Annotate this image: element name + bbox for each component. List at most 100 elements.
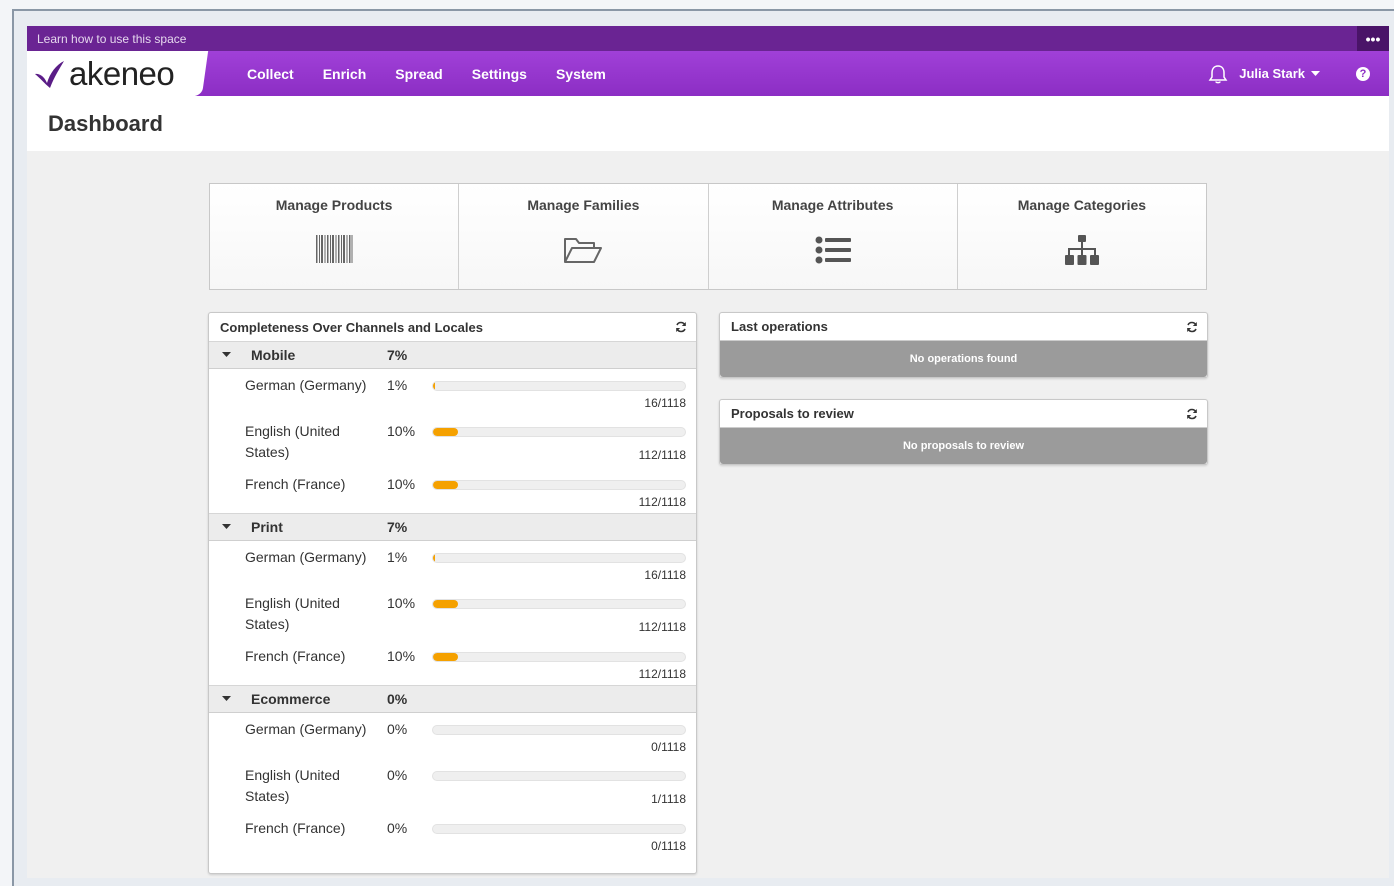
locale-row: English (United States) 10% 112/1118 <box>209 587 696 640</box>
last-operations-title: Last operations <box>731 319 828 334</box>
user-menu[interactable]: Julia Stark <box>1239 66 1320 81</box>
shortcut-label: Manage Products <box>275 197 393 213</box>
barcode-icon <box>316 235 353 263</box>
progress-fill <box>433 554 435 562</box>
app-window: Learn how to use this space ••• akeneo C… <box>27 26 1389 878</box>
nav-collect[interactable]: Collect <box>247 66 294 82</box>
progress-fill <box>433 481 459 489</box>
manage-families-button[interactable]: Manage Families <box>459 184 709 289</box>
progress-fill <box>433 428 459 436</box>
locale-row: French (France) 10% 112/1118 <box>209 468 696 513</box>
progress-bar <box>432 480 686 490</box>
locale-ratio: 16/1118 <box>644 396 686 410</box>
progress-bar <box>432 824 686 834</box>
bell-icon[interactable] <box>1207 63 1229 85</box>
user-name: Julia Stark <box>1239 66 1305 81</box>
nav-settings[interactable]: Settings <box>472 66 527 82</box>
nav-system[interactable]: System <box>556 66 606 82</box>
nav-right: Julia Stark ? <box>1207 51 1389 96</box>
completeness-header: Completeness Over Channels and Locales <box>209 313 696 341</box>
locale-row: German (Germany) 1% 16/1118 <box>209 369 696 415</box>
shortcut-bar: Manage Products Manage Families Manage A… <box>209 183 1207 290</box>
progress-bar <box>432 381 686 391</box>
learn-bar: Learn how to use this space ••• <box>27 26 1389 51</box>
progress-fill <box>433 600 459 608</box>
more-options-button[interactable]: ••• <box>1357 26 1389 51</box>
shortcut-label: Manage Families <box>527 197 640 213</box>
locale-name: French (France) <box>245 820 346 836</box>
locale-percent: 0% <box>387 767 408 783</box>
locale-ratio: 0/1118 <box>651 839 686 853</box>
locale-row: French (France) 10% 112/1118 <box>209 640 696 685</box>
proposals-widget: Proposals to review No proposals to revi… <box>719 399 1208 465</box>
no-proposals-message: No proposals to review <box>720 428 1207 464</box>
locale-name: English (United States) <box>245 767 340 804</box>
channel-percent: 7% <box>387 519 408 535</box>
locale-percent: 1% <box>387 377 408 393</box>
caret-down-icon <box>209 352 251 358</box>
refresh-icon[interactable] <box>1186 408 1198 420</box>
sitemap-icon <box>1064 235 1099 265</box>
refresh-icon[interactable] <box>675 321 687 333</box>
caret-down-icon <box>209 696 251 702</box>
manage-products-button[interactable]: Manage Products <box>210 184 460 289</box>
channel-name: Mobile <box>251 347 296 363</box>
channel-name: Ecommerce <box>251 691 331 707</box>
channel-percent: 7% <box>387 347 408 363</box>
progress-bar <box>432 427 686 437</box>
help-icon[interactable]: ? <box>1356 66 1370 81</box>
top-navbar: akeneo Collect Enrich Spread Settings Sy… <box>27 51 1389 96</box>
progress-bar <box>432 725 686 735</box>
last-operations-header: Last operations <box>720 313 1207 341</box>
channel-percent: 0% <box>387 691 408 707</box>
locale-ratio: 112/1118 <box>638 667 686 681</box>
locale-ratio: 112/1118 <box>638 620 686 634</box>
logo[interactable]: akeneo <box>27 51 195 96</box>
locale-ratio: 0/1118 <box>651 740 686 754</box>
locale-percent: 0% <box>387 820 408 836</box>
locale-row: English (United States) 0% 1/1118 <box>209 759 696 812</box>
caret-down-icon <box>209 524 251 530</box>
locale-percent: 10% <box>387 595 416 611</box>
chevron-down-icon <box>1311 70 1320 76</box>
locale-percent: 1% <box>387 549 408 565</box>
main-menu: Collect Enrich Spread Settings System <box>247 51 606 96</box>
locale-name: English (United States) <box>245 595 340 632</box>
locale-ratio: 112/1118 <box>638 495 686 509</box>
manage-categories-button[interactable]: Manage Categories <box>957 184 1206 289</box>
locale-ratio: 1/1118 <box>651 792 686 806</box>
progress-bar <box>432 652 686 662</box>
list-icon <box>815 236 851 264</box>
locale-percent: 10% <box>387 476 416 492</box>
progress-bar <box>432 553 686 563</box>
channel-row-print[interactable]: Print 7% <box>209 513 696 541</box>
nav-enrich[interactable]: Enrich <box>323 66 367 82</box>
locale-percent: 0% <box>387 721 408 737</box>
shortcut-label: Manage Categories <box>1017 197 1147 213</box>
locale-ratio: 112/1118 <box>638 448 686 462</box>
locale-ratio: 16/1118 <box>644 568 686 582</box>
proposals-title: Proposals to review <box>731 406 854 421</box>
refresh-icon[interactable] <box>1186 321 1198 333</box>
proposals-header: Proposals to review <box>720 400 1207 428</box>
progress-fill <box>433 653 459 661</box>
locale-row: French (France) 0% 0/1118 <box>209 812 696 857</box>
shortcut-label: Manage Attributes <box>771 197 894 213</box>
locale-name: German (Germany) <box>245 377 367 393</box>
page-title: Dashboard <box>48 110 163 136</box>
locale-row: German (Germany) 0% 0/1118 <box>209 713 696 759</box>
progress-fill <box>433 382 435 390</box>
channel-row-ecommerce[interactable]: Ecommerce 0% <box>209 685 696 713</box>
locale-name: English (United States) <box>245 423 340 460</box>
locale-row: German (Germany) 1% 16/1118 <box>209 541 696 587</box>
locale-name: French (France) <box>245 476 346 492</box>
akeneo-logo-icon <box>35 60 64 88</box>
channel-row-mobile[interactable]: Mobile 7% <box>209 341 696 369</box>
channel-list: Mobile 7% German (Germany) 1% 16/1118 English… <box>209 341 696 857</box>
locale-percent: 10% <box>387 648 416 664</box>
completeness-widget: Completeness Over Channels and Locales M… <box>208 312 697 874</box>
nav-spread[interactable]: Spread <box>395 66 442 82</box>
learn-link[interactable]: Learn how to use this space <box>27 32 186 46</box>
brand-name: akeneo <box>69 54 175 92</box>
manage-attributes-button[interactable]: Manage Attributes <box>708 184 958 289</box>
